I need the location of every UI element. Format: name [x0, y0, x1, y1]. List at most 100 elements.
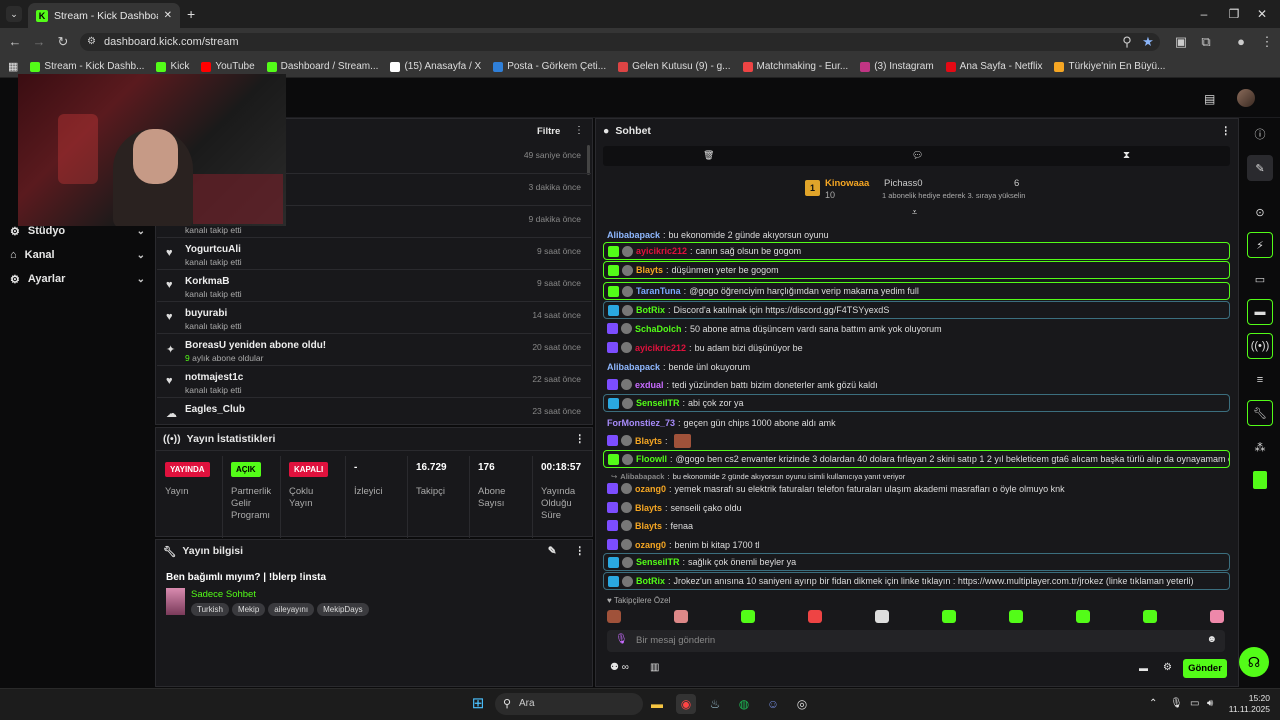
chat-username[interactable]: ozang0: [635, 484, 666, 494]
steam-icon[interactable]: ♨: [705, 694, 725, 714]
sidebar-item-channel[interactable]: ⌂ Kanal ⌄: [10, 246, 145, 264]
more-options-icon[interactable]: ⋮: [1221, 125, 1232, 137]
stream-preview-icon[interactable]: ▤: [1204, 92, 1215, 106]
zoom-icon[interactable]: ⚲: [1118, 33, 1136, 51]
emote-icon[interactable]: [808, 610, 822, 623]
pencil-icon[interactable]: ✎: [1247, 155, 1273, 181]
chat-username[interactable]: ozang0: [635, 540, 666, 550]
tab-close-icon[interactable]: ✕: [164, 10, 172, 21]
emote-icon[interactable]: [875, 610, 889, 623]
trash-icon[interactable]: 🗑︎: [703, 150, 714, 161]
file-explorer-icon[interactable]: ▬: [647, 694, 667, 714]
volume-icon[interactable]: 🔊︎: [1207, 698, 1213, 709]
spotify-icon[interactable]: ◍: [734, 694, 754, 714]
chat-username[interactable]: exdual: [635, 380, 664, 390]
app-icon[interactable]: [1247, 467, 1273, 493]
support-chat-button[interactable]: ☊: [1239, 647, 1269, 677]
chat-username[interactable]: Blayts: [635, 436, 662, 446]
tray-chevron-icon[interactable]: ⌃: [1149, 698, 1157, 709]
bookmark-item[interactable]: Dashboard / Stream...: [266, 61, 378, 72]
emote-icon[interactable]: [741, 610, 755, 623]
chat-username[interactable]: Alibabapack: [607, 362, 660, 372]
category-thumbnail[interactable]: [166, 588, 185, 615]
hourglass-icon[interactable]: ⧗: [1123, 150, 1130, 161]
chat-username[interactable]: Alibabapack: [607, 230, 660, 240]
emote-icon[interactable]: [607, 610, 621, 623]
emote-icon[interactable]: [1143, 610, 1157, 623]
target-icon[interactable]: ⊙: [1247, 199, 1273, 225]
chat-username[interactable]: SchaDolch: [635, 324, 682, 334]
site-info-icon[interactable]: ⚙: [87, 36, 96, 47]
chat-username[interactable]: Blayts: [635, 503, 662, 513]
chat-username[interactable]: Blayts: [636, 265, 663, 275]
chat-bubble-icon[interactable]: ▬: [1139, 663, 1148, 673]
emote-icon[interactable]: [674, 610, 688, 623]
browser-menu-icon[interactable]: ⋮: [1258, 33, 1276, 51]
lightning-icon[interactable]: ⚡︎: [1247, 232, 1273, 258]
bookmark-item[interactable]: Stream - Kick Dashb...: [30, 61, 144, 72]
chat-username[interactable]: ayicikric212: [635, 343, 686, 353]
emote-icon[interactable]: [942, 610, 956, 623]
start-icon[interactable]: ⊞: [468, 694, 488, 714]
chat-username[interactable]: SenseiITR: [636, 557, 680, 567]
app-icon[interactable]: ◎: [792, 694, 812, 714]
bookmark-item[interactable]: (15) Anasayfa / X: [390, 61, 481, 72]
collapse-icon[interactable]: ⩡: [912, 207, 917, 218]
chat-username[interactable]: BotRix: [636, 305, 665, 315]
chat-username[interactable]: TaranTuna: [636, 286, 681, 296]
extensions-puzzle-icon[interactable]: ⧉: [1197, 33, 1215, 51]
bookmark-item[interactable]: Matchmaking - Eur...: [742, 61, 848, 72]
bookmark-item[interactable]: Gelen Kutusu (9) - g...: [618, 61, 731, 72]
category-link[interactable]: Sadece Sohbet: [191, 589, 256, 600]
store-icon[interactable]: ▥: [650, 662, 659, 673]
minimize-button[interactable]: –: [1195, 5, 1213, 23]
emote-icon[interactable]: [1076, 610, 1090, 623]
discord-icon[interactable]: ☺: [763, 694, 783, 714]
new-tab-button[interactable]: +: [187, 6, 195, 22]
profile-icon[interactable]: ●: [1232, 33, 1250, 51]
gear-icon[interactable]: ⚙: [1163, 662, 1172, 673]
emoji-icon[interactable]: ☻: [1206, 634, 1217, 645]
forward-icon[interactable]: →: [30, 33, 48, 51]
url-field[interactable]: dashboard.kick.com/stream: [80, 33, 1160, 51]
stream-tag[interactable]: Mekip: [231, 603, 266, 616]
maximize-button[interactable]: ❐: [1225, 5, 1243, 23]
edit-icon[interactable]: ✎: [548, 545, 557, 557]
chat-username[interactable]: ayicikric212: [636, 246, 687, 256]
chat-input-box[interactable]: 🎙︎ Bir mesaj gönderin ☻: [607, 630, 1225, 652]
bookmark-item[interactable]: Kick: [156, 61, 189, 72]
emote-icon[interactable]: [1210, 610, 1224, 623]
layers-icon[interactable]: ≡: [1247, 367, 1273, 393]
bookmark-item[interactable]: Ana Sayfa - Netflix: [945, 61, 1042, 72]
extension-icon[interactable]: ▣: [1172, 33, 1190, 51]
chat-settings-icons[interactable]: ⚉ ∞: [610, 662, 629, 673]
filter-button[interactable]: Filtre: [537, 126, 560, 137]
network-icon[interactable]: ▭: [1190, 698, 1199, 709]
back-icon[interactable]: ←: [6, 33, 24, 51]
clipboard-icon[interactable]: ▭: [1247, 266, 1273, 292]
bookmark-item[interactable]: Posta - Görkem Çeti...: [493, 61, 606, 72]
stream-tag[interactable]: Turkish: [191, 603, 229, 616]
broadcast-icon[interactable]: ((•)): [1247, 333, 1273, 359]
stream-tag[interactable]: MekipDays: [317, 603, 369, 616]
close-window-button[interactable]: ✕: [1253, 5, 1271, 23]
clock[interactable]: 15:20 11.11.2025: [1226, 693, 1270, 715]
chat-username[interactable]: Floowll: [636, 454, 667, 464]
sidebar-item-settings[interactable]: ⚙ Ayarlar ⌄: [10, 270, 145, 288]
taskbar-search[interactable]: ⚲ Ara: [495, 693, 643, 715]
microphone-icon[interactable]: 🎙︎: [615, 634, 628, 645]
apps-icon[interactable]: ▦: [8, 60, 18, 73]
bookmark-item[interactable]: (3) Instagram: [860, 61, 934, 72]
more-options-icon[interactable]: ⋮: [574, 125, 584, 136]
reload-icon[interactable]: ↻: [54, 33, 72, 51]
chrome-icon[interactable]: ◉: [676, 694, 696, 714]
send-button[interactable]: Gönder: [1183, 659, 1227, 678]
chat-username[interactable]: SenseiITR: [636, 398, 680, 408]
share-icon[interactable]: ⁂: [1247, 434, 1273, 460]
wrench-icon[interactable]: 🔧︎: [1247, 400, 1273, 426]
chat-username[interactable]: Blayts: [635, 521, 662, 531]
stream-tag[interactable]: aileyayını: [268, 603, 315, 616]
microphone-icon[interactable]: 🎙︎: [1170, 698, 1183, 709]
info-icon[interactable]: ⓘ: [1247, 121, 1273, 147]
chat-username[interactable]: BotRix: [636, 576, 665, 586]
